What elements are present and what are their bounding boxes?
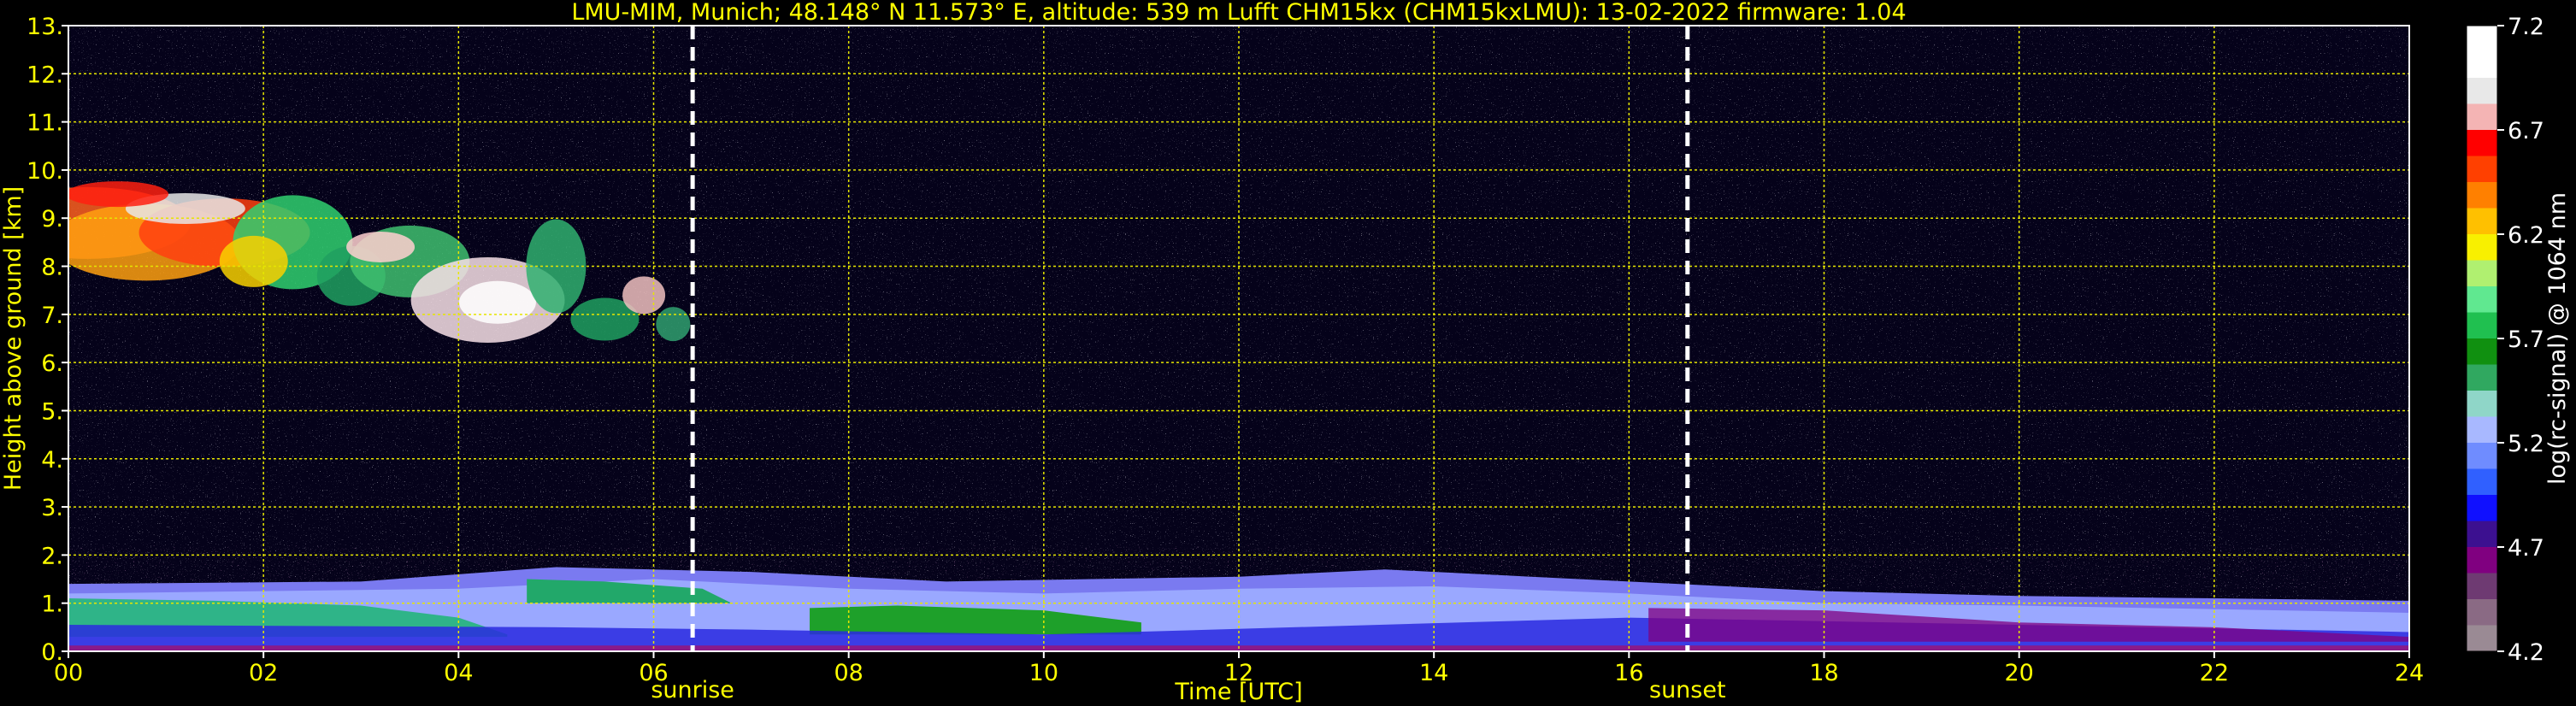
y-tick-label: 6.: [41, 350, 63, 377]
cloud-patch: [656, 307, 691, 342]
colorbar-tick-label: 6.7: [2508, 118, 2544, 144]
colorbar-tick-label: 4.7: [2508, 535, 2544, 562]
colorbar-segment: [2467, 364, 2497, 391]
x-tick-label: 02: [249, 660, 278, 686]
colorbar-tick-label: 7.2: [2508, 14, 2544, 40]
y-tick-label: 9.: [41, 206, 63, 232]
y-tick-label: 11.: [27, 110, 63, 137]
y-tick-label: 1.: [41, 591, 63, 618]
backscatter-field: [68, 26, 2409, 651]
y-tick-label: 3.: [41, 495, 63, 521]
colorbar-segment: [2467, 78, 2497, 104]
colorbar-segment: [2467, 182, 2497, 209]
colorbar-segment: [2467, 547, 2497, 574]
colorbar-segment: [2467, 234, 2497, 261]
colorbar-segment: [2467, 416, 2497, 444]
x-tick-label: 18: [1809, 660, 1838, 686]
colorbar-segment: [2467, 208, 2497, 235]
ceilometer-figure: LMU-MIM, Munich; 48.148° N 11.573° E, al…: [0, 0, 2571, 705]
x-tick-label: 04: [444, 660, 473, 686]
colorbar-segment: [2467, 26, 2497, 79]
colorbar-label: log(rc-signal) @ 1064 nm: [2544, 192, 2571, 485]
y-tick-label: 0.: [41, 639, 63, 666]
colorbar-tick-label: 6.2: [2508, 222, 2544, 249]
colorbar-tick-label: 4.2: [2508, 639, 2544, 666]
x-tick-label: 10: [1029, 660, 1058, 686]
y-tick-label: 7.: [41, 303, 63, 329]
colorbar-segment: [2467, 156, 2497, 183]
colorbar-segment: [2467, 103, 2497, 131]
y-tick-label: 4.: [41, 447, 63, 474]
y-tick-label: 12.: [27, 62, 63, 88]
chart-title: LMU-MIM, Munich; 48.148° N 11.573° E, al…: [571, 0, 1906, 26]
plot-area: [68, 25, 2410, 652]
y-tick-label: 8.: [41, 255, 63, 281]
colorbar-segment: [2467, 625, 2497, 652]
chart-title-text: LMU-MIM, Munich; 48.148° N 11.573° E, al…: [571, 0, 1906, 26]
colorbar-segment: [2467, 260, 2497, 287]
x-tick-label: 24: [2395, 660, 2424, 686]
y-tick-label: 13.: [27, 14, 63, 40]
colorbar-segment: [2467, 521, 2497, 548]
colorbar-segment: [2467, 443, 2497, 469]
colorbar-segment: [2467, 573, 2497, 600]
x-tick-label: 22: [2200, 660, 2229, 686]
x-tick-label: 08: [834, 660, 863, 686]
x-tick-label: 20: [2004, 660, 2033, 686]
colorbar-segment: [2467, 468, 2497, 496]
cloud-patch: [68, 181, 169, 208]
x-tick-label: 14: [1419, 660, 1448, 686]
colorbar-segment: [2467, 312, 2497, 339]
cloud-patch: [346, 232, 416, 263]
sunset-label: sunset: [1649, 677, 1726, 703]
colorbar-segment: [2467, 338, 2497, 365]
sunrise-label: sunrise: [651, 677, 734, 703]
colorbar: 4.2 4.7 5.2 5.7 6.2 6.7 7.2: [2466, 14, 2544, 666]
cloud-patch: [458, 280, 536, 324]
cloud-patch: [622, 276, 666, 315]
y-tick-label: 2.: [41, 543, 63, 569]
colorbar-segment: [2467, 391, 2497, 417]
colorbar-tick-label: 5.7: [2508, 327, 2544, 353]
x-axis-label: Time [UTC]: [1174, 679, 1302, 705]
y-axis: 0. 1. 2. 3. 4. 5. 6. 7. 8. 9. 10. 11. 12. 13.: [27, 14, 68, 666]
colorbar-segment: [2467, 130, 2497, 156]
y-axis-label: Height above ground [km]: [0, 186, 27, 491]
x-tick-label: 16: [1614, 660, 1643, 686]
cloud-patch: [219, 235, 288, 287]
y-tick-label: 5.: [41, 398, 63, 425]
y-tick-label: 10.: [27, 158, 63, 185]
colorbar-segment: [2467, 495, 2497, 521]
colorbar-segment: [2467, 286, 2497, 313]
colorbar-segment: [2467, 599, 2497, 626]
colorbar-tick-label: 5.2: [2508, 431, 2544, 457]
